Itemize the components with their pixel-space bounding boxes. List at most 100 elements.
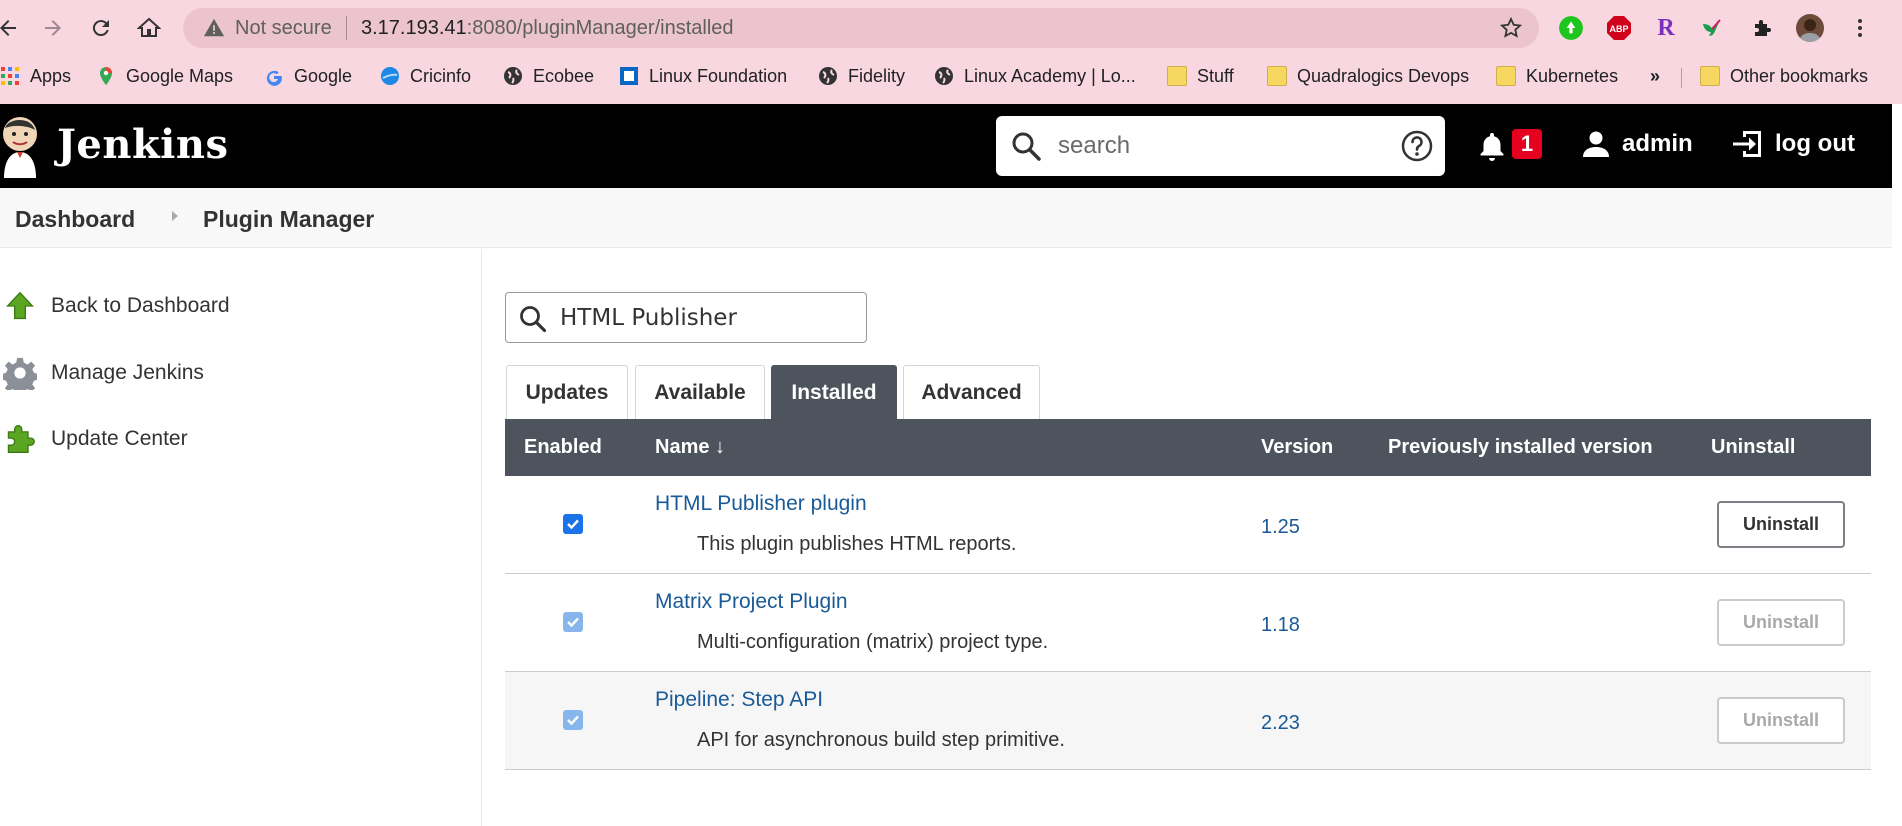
bookmark-quadralogics-devops[interactable]: Quadralogics Devops (1267, 64, 1469, 88)
column-header-version[interactable]: Version (1261, 436, 1333, 459)
plugin-description: This plugin publishes HTML reports. (697, 533, 1017, 555)
bookmark-ecobee[interactable]: Ecobee (503, 64, 594, 88)
forward-arrow-icon (45, 20, 61, 36)
jenkins-header: Jenkins 1 admin log out (0, 104, 1892, 188)
green-extension-icon[interactable] (1557, 14, 1585, 42)
breadcrumb: Dashboard Plugin Manager (0, 188, 1892, 248)
plugin-name-link[interactable]: Matrix Project Plugin (655, 590, 848, 614)
checkmark-icon (567, 519, 579, 530)
bookmark-label: Google (294, 65, 353, 86)
back-arrow-icon (0, 20, 16, 36)
puzzle-extensions-icon[interactable] (1749, 14, 1777, 42)
url-host: 3.17.193.41 (361, 17, 467, 39)
breadcrumb-separator-icon[interactable] (172, 211, 178, 221)
folder-icon (1167, 66, 1187, 86)
sidebar-item-back-to-dashboard[interactable]: Back to Dashboard (0, 286, 470, 326)
enabled-checkbox[interactable] (563, 514, 583, 534)
adblock-label: ABP (1609, 24, 1628, 34)
column-header-previous-version[interactable]: Previously installed version (1388, 436, 1653, 459)
logout-icon (1733, 131, 1761, 157)
folder-icon (1267, 66, 1287, 86)
plugin-version-link[interactable]: 2.23 (1261, 712, 1300, 735)
plugin-version-link[interactable]: 1.25 (1261, 516, 1300, 539)
tab-installed[interactable]: Installed (771, 365, 897, 420)
notification-bell-icon[interactable] (1476, 130, 1508, 162)
tab-available[interactable]: Available (635, 365, 765, 419)
profile-avatar[interactable] (1796, 14, 1824, 42)
enabled-checkbox (563, 710, 583, 730)
bookmark-linux-foundation[interactable]: Linux Foundation (619, 64, 787, 88)
breadcrumb-dashboard[interactable]: Dashboard (15, 206, 135, 233)
checkmark-icon (567, 617, 579, 628)
bookmark-label: Apps (30, 65, 72, 86)
menu-kebab-icon[interactable] (1846, 14, 1874, 42)
url-text[interactable]: 3.17.193.41:8080/pluginManager/installed (361, 17, 734, 40)
hummingbird-extension-icon[interactable] (1698, 14, 1726, 42)
user-name: admin (1622, 130, 1693, 157)
column-header-uninstall: Uninstall (1711, 436, 1796, 458)
bookmark-stuff[interactable]: Stuff (1167, 64, 1234, 88)
bookmark-linux-academy[interactable]: Linux Academy | Lo... (934, 64, 1136, 88)
bookmark-apps[interactable]: Apps (0, 64, 71, 88)
uninstall-button: Uninstall (1717, 599, 1845, 646)
bookmark-star-icon[interactable] (1499, 16, 1523, 40)
bookmark-label: Fidelity (848, 65, 906, 86)
bookmarks-overflow-button[interactable]: » (1650, 64, 1660, 88)
uninstall-button[interactable]: Uninstall (1717, 501, 1845, 548)
reload-button[interactable] (83, 10, 119, 46)
plugin-name-link[interactable]: Pipeline: Step API (655, 688, 823, 712)
home-button[interactable] (131, 10, 167, 46)
table-row: HTML Publisher plugin This plugin publis… (505, 476, 1871, 574)
adblock-plus-icon[interactable]: ABP (1605, 14, 1633, 42)
tab-updates[interactable]: Updates (506, 365, 628, 419)
bookmark-other-bookmarks[interactable]: Other bookmarks (1700, 64, 1868, 88)
browser-toolbar: Not secure 3.17.193.41:8080/pluginManage… (0, 0, 1902, 104)
sidebar-item-update-center[interactable]: Update Center (0, 419, 470, 459)
logout-label: log out (1775, 130, 1855, 157)
user-icon (1583, 131, 1609, 157)
plugin-description: API for asynchronous build step primitiv… (697, 729, 1065, 751)
bookmark-kubernetes[interactable]: Kubernetes (1496, 64, 1618, 88)
plugin-version-link[interactable]: 1.18 (1261, 614, 1300, 637)
bookmark-google[interactable]: Google (264, 64, 352, 88)
search-box (996, 116, 1445, 176)
plugin-description: Multi-configuration (matrix) project typ… (697, 631, 1049, 653)
back-button[interactable] (0, 10, 26, 46)
bookmark-label: Linux Academy | Lo... (964, 65, 1136, 86)
r-extension-icon[interactable]: R (1652, 14, 1680, 42)
forward-button[interactable] (35, 10, 71, 46)
bookmark-label: Kubernetes (1526, 65, 1619, 86)
enabled-checkbox (563, 612, 583, 632)
plugin-filter-input[interactable] (560, 303, 850, 333)
tab-advanced[interactable]: Advanced (903, 365, 1040, 419)
help-icon[interactable] (1401, 130, 1433, 162)
plugin-name-link[interactable]: HTML Publisher plugin (655, 492, 867, 516)
security-label[interactable]: Not secure (235, 17, 332, 40)
bookmark-fidelity[interactable]: Fidelity (818, 64, 905, 88)
column-header-enabled[interactable]: Enabled (524, 436, 602, 459)
globe-icon (935, 67, 953, 85)
column-header-name[interactable]: Name ↓ (655, 436, 725, 459)
address-bar[interactable]: Not secure 3.17.193.41:8080/pluginManage… (183, 8, 1539, 48)
warning-triangle-icon (203, 18, 225, 37)
table-row: Matrix Project Plugin Multi-configuratio… (505, 574, 1871, 672)
installed-plugins-table: Enabled Name ↓ Version Previously instal… (505, 419, 1871, 770)
breadcrumb-plugin-manager[interactable]: Plugin Manager (203, 206, 374, 233)
cricinfo-icon (381, 67, 399, 85)
sidebar-item-manage-jenkins[interactable]: Manage Jenkins (0, 353, 470, 393)
jenkins-logo-icon[interactable] (0, 114, 40, 178)
logout-link[interactable]: log out (1731, 128, 1855, 160)
search-input[interactable] (1058, 130, 1378, 162)
google-g-icon (266, 70, 282, 86)
up-arrow-icon (0, 288, 40, 324)
notification-count-badge[interactable]: 1 (1512, 129, 1542, 159)
sidebar-item-label: Update Center (51, 427, 188, 450)
jenkins-title[interactable]: Jenkins (57, 121, 228, 168)
user-link[interactable]: admin (1580, 128, 1693, 160)
reload-icon (92, 20, 109, 37)
bookmark-cricinfo[interactable]: Cricinfo (380, 64, 471, 88)
bookmark-google-maps[interactable]: Google Maps (96, 64, 233, 88)
bookmark-label: Ecobee (533, 65, 595, 86)
table-header: Enabled Name ↓ Version Previously instal… (505, 419, 1871, 476)
maps-pin-icon (100, 67, 112, 85)
